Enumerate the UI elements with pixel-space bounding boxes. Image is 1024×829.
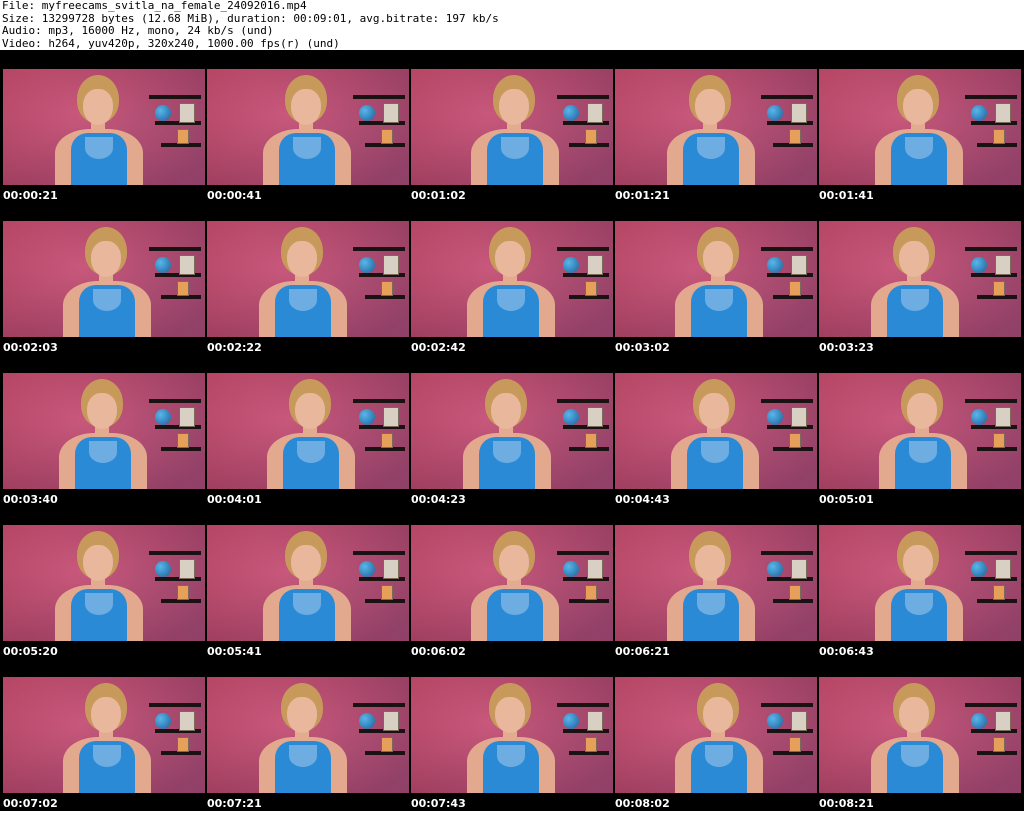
thumbnail-timestamp: 00:04:01 [207,493,262,506]
thumbnail-timestamp: 00:00:41 [207,189,262,202]
thumbnail-cell[interactable]: 00:06:43 [819,525,1021,677]
video-frame-thumbnail [207,221,409,337]
thumbnail-cell[interactable]: 00:02:22 [207,221,409,373]
audio-info-line: Audio: mp3, 16000 Hz, mono, 24 kb/s (und… [2,24,274,37]
thumbnail-timestamp: 00:06:43 [819,645,874,658]
video-frame-thumbnail [411,221,613,337]
thumbnail-timestamp: 00:03:40 [3,493,58,506]
thumbnail-cell[interactable]: 00:01:02 [411,69,613,221]
thumbnail-cell[interactable]: 00:07:02 [3,677,205,829]
thumbnail-cell[interactable]: 00:02:03 [3,221,205,373]
thumbnail-grid: 00:00:21 00:00:41 00:01:02 00:01:21 00:01:41… [3,69,1021,829]
thumbnail-sheet: 00:00:21 00:00:41 00:01:02 00:01:21 00:01:41… [0,50,1024,811]
video-frame-thumbnail [207,373,409,489]
file-name-line: File: myfreecams_svitla_na_female_240920… [2,0,307,12]
thumbnail-cell[interactable]: 00:07:43 [411,677,613,829]
thumbnail-cell[interactable]: 00:08:21 [819,677,1021,829]
thumbnail-timestamp: 00:01:41 [819,189,874,202]
thumbnail-cell[interactable]: 00:04:43 [615,373,817,525]
thumbnail-timestamp: 00:07:21 [207,797,262,810]
thumbnail-timestamp: 00:01:21 [615,189,670,202]
video-frame-thumbnail [3,221,205,337]
thumbnail-cell[interactable]: 00:07:21 [207,677,409,829]
thumbnail-timestamp: 00:02:22 [207,341,262,354]
thumbnail-cell[interactable]: 00:04:01 [207,373,409,525]
thumbnail-cell[interactable]: 00:08:02 [615,677,817,829]
thumbnail-timestamp: 00:05:41 [207,645,262,658]
thumbnail-timestamp: 00:08:02 [615,797,670,810]
thumbnail-timestamp: 00:07:02 [3,797,58,810]
thumbnail-timestamp: 00:03:02 [615,341,670,354]
thumbnail-cell[interactable]: 00:05:01 [819,373,1021,525]
thumbnail-cell[interactable]: 00:05:20 [3,525,205,677]
thumbnail-timestamp: 00:05:20 [3,645,58,658]
thumbnail-timestamp: 00:02:42 [411,341,466,354]
thumbnail-cell[interactable]: 00:02:42 [411,221,613,373]
thumbnail-timestamp: 00:06:02 [411,645,466,658]
video-frame-thumbnail [3,677,205,793]
video-frame-thumbnail [3,373,205,489]
video-frame-thumbnail [615,69,817,185]
thumbnail-cell[interactable]: 00:06:21 [615,525,817,677]
video-frame-thumbnail [3,69,205,185]
video-frame-thumbnail [615,221,817,337]
video-frame-thumbnail [207,525,409,641]
video-frame-thumbnail [615,525,817,641]
video-frame-thumbnail [819,373,1021,489]
thumbnail-timestamp: 00:02:03 [3,341,58,354]
video-frame-thumbnail [411,677,613,793]
thumbnail-cell[interactable]: 00:01:41 [819,69,1021,221]
video-info-line: Video: h264, yuv420p, 320x240, 1000.00 f… [2,36,340,50]
thumbnail-cell[interactable]: 00:00:41 [207,69,409,221]
thumbnail-cell[interactable]: 00:01:21 [615,69,817,221]
video-frame-thumbnail [615,677,817,793]
thumbnail-cell[interactable]: 00:03:40 [3,373,205,525]
video-frame-thumbnail [615,373,817,489]
video-frame-thumbnail [411,69,613,185]
video-frame-thumbnail [819,525,1021,641]
video-frame-thumbnail [819,677,1021,793]
video-frame-thumbnail [411,525,613,641]
thumbnail-cell[interactable]: 00:00:21 [3,69,205,221]
thumbnail-timestamp: 00:08:21 [819,797,874,810]
thumbnail-timestamp: 00:00:21 [3,189,58,202]
thumbnail-timestamp: 00:03:23 [819,341,874,354]
thumbnail-timestamp: 00:06:21 [615,645,670,658]
thumbnail-timestamp: 00:04:23 [411,493,466,506]
video-frame-thumbnail [3,525,205,641]
file-info-header: File: myfreecams_svitla_na_female_240920… [0,0,1024,50]
thumbnail-cell[interactable]: 00:05:41 [207,525,409,677]
thumbnail-cell[interactable]: 00:03:02 [615,221,817,373]
thumbnail-cell[interactable]: 00:06:02 [411,525,613,677]
thumbnail-cell[interactable]: 00:04:23 [411,373,613,525]
thumbnail-timestamp: 00:07:43 [411,797,466,810]
video-frame-thumbnail [819,69,1021,185]
thumbnail-timestamp: 00:01:02 [411,189,466,202]
video-frame-thumbnail [411,373,613,489]
video-frame-thumbnail [207,677,409,793]
thumbnail-timestamp: 00:04:43 [615,493,670,506]
video-frame-thumbnail [819,221,1021,337]
thumbnail-cell[interactable]: 00:03:23 [819,221,1021,373]
video-frame-thumbnail [207,69,409,185]
thumbnail-timestamp: 00:05:01 [819,493,874,506]
